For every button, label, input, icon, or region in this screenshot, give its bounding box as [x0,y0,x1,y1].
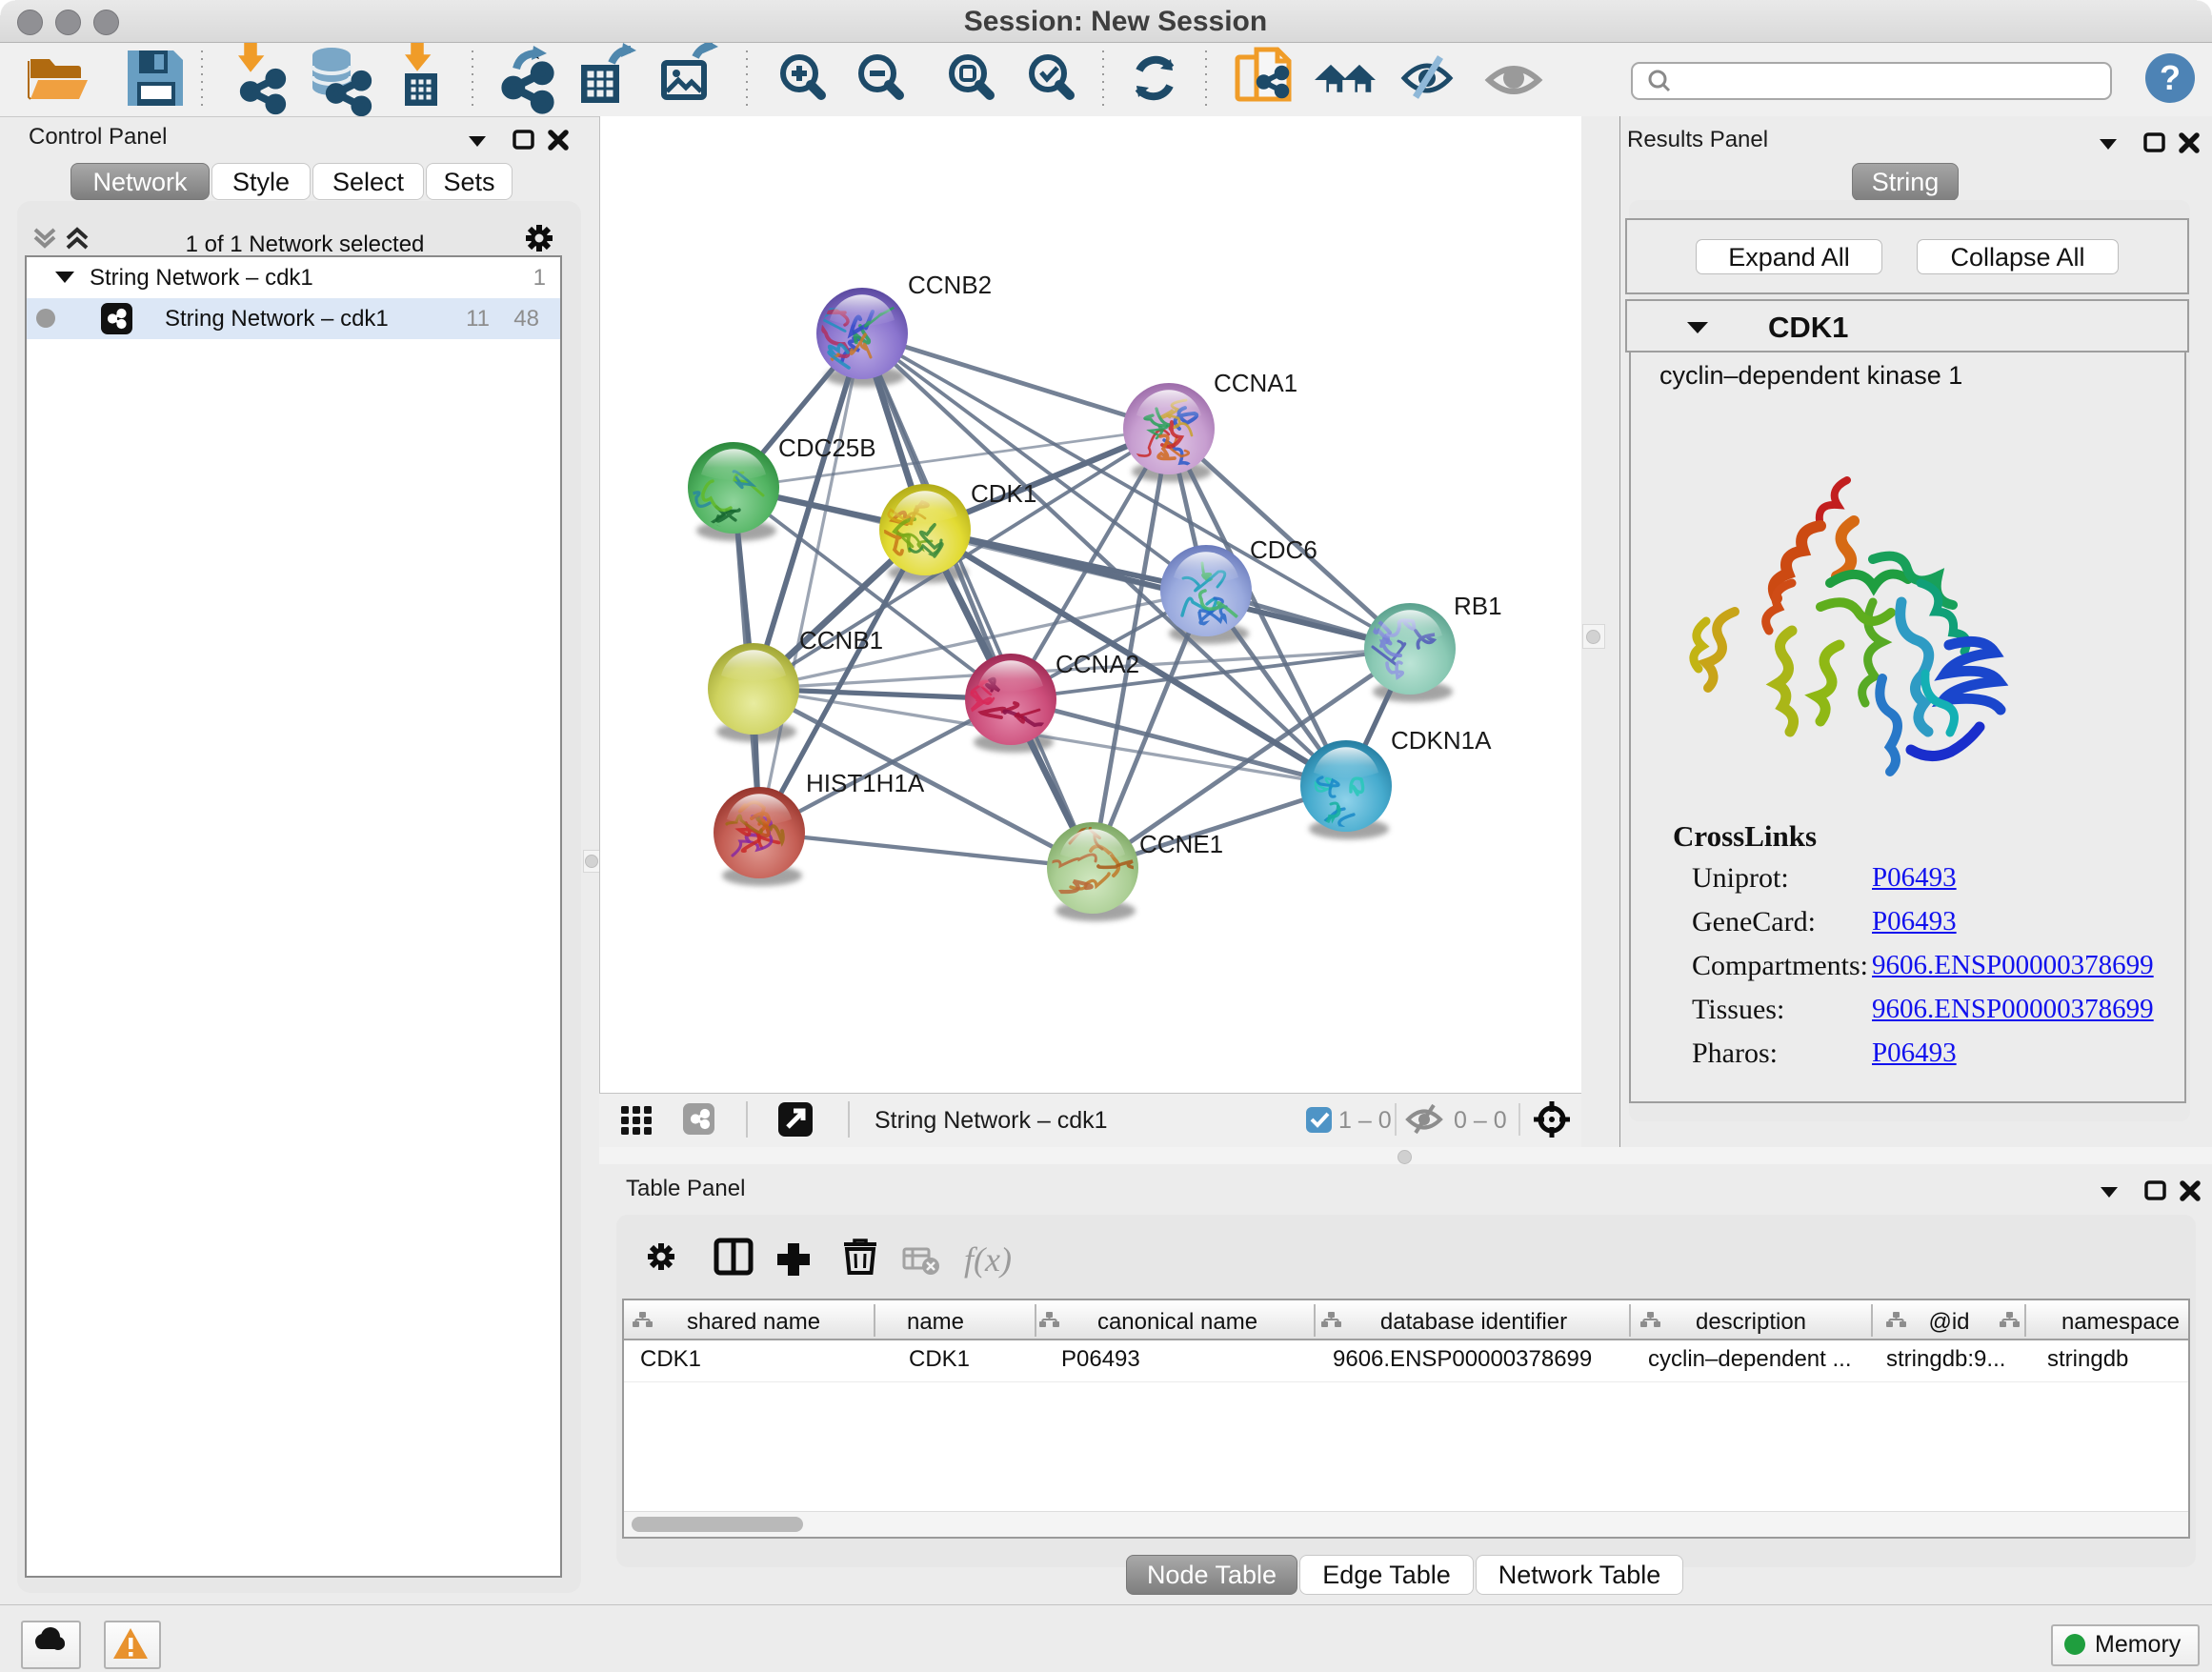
svg-text:?: ? [2160,58,2181,97]
svg-text:shared name: shared name [687,1309,820,1335]
svg-text:name: name [907,1309,964,1335]
svg-text:description: description [1696,1309,1806,1335]
svg-text:CCNB1: CCNB1 [799,626,883,655]
svg-text:CDC6: CDC6 [1250,535,1317,564]
svg-text:CCNE1: CCNE1 [1139,830,1223,858]
svg-text:CCNA1: CCNA1 [1214,369,1297,397]
svg-text:@id: @id [1928,1309,1969,1335]
svg-text:namespace: namespace [2061,1309,2180,1335]
svg-text:String Network – cdk1: String Network – cdk1 [875,1107,1108,1134]
svg-text:database identifier: database identifier [1380,1309,1567,1335]
svg-text:1 – 0: 1 – 0 [1338,1107,1392,1134]
svg-text:0 – 0: 0 – 0 [1454,1107,1507,1134]
svg-text:RB1: RB1 [1454,592,1502,620]
svg-text:CCNB2: CCNB2 [908,271,992,299]
svg-text:CDC25B: CDC25B [778,433,876,462]
svg-text:CDKN1A: CDKN1A [1391,726,1492,755]
svg-text:canonical name: canonical name [1097,1309,1257,1335]
svg-text:CDK1: CDK1 [971,479,1036,508]
svg-text:HIST1H1A: HIST1H1A [806,769,925,797]
svg-text:f(x): f(x) [964,1240,1012,1279]
svg-text:CCNA2: CCNA2 [1056,650,1139,678]
